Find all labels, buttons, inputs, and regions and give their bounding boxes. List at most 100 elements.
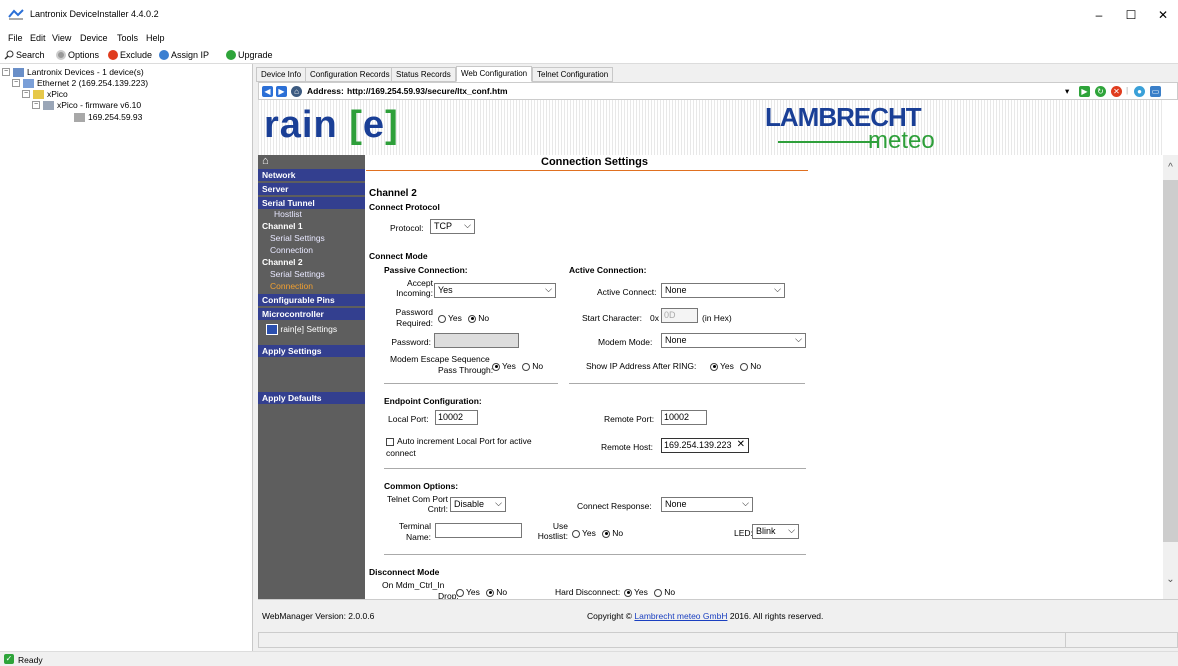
tree-item-xpico[interactable]: − xPico: [22, 89, 68, 99]
chevron-down-icon: ⌵: [545, 284, 552, 294]
window-icon[interactable]: ▭: [1150, 86, 1161, 97]
menu-tools[interactable]: Tools: [117, 33, 138, 43]
mdm-ctrl-yes-radio[interactable]: [456, 588, 464, 597]
show-ip-label: Show IP Address After RING:: [586, 361, 697, 371]
home-icon[interactable]: ⌂: [291, 86, 302, 97]
lambrecht-link[interactable]: Lambrecht meteo GmbH: [634, 611, 727, 621]
chat-icon[interactable]: ●: [1134, 86, 1145, 97]
protocol-label: Protocol:: [390, 223, 424, 233]
address-url[interactable]: http://169.254.59.93/secure/ltx_conf.htm: [347, 86, 508, 96]
go-icon[interactable]: ▶: [1079, 86, 1090, 97]
nav-ch2-serial-settings[interactable]: Serial Settings: [258, 269, 365, 280]
password-required-no-radio[interactable]: [468, 314, 477, 323]
page-title: Connection Settings: [541, 156, 648, 168]
maximize-button[interactable]: ☐: [1116, 4, 1146, 26]
led-select[interactable]: Blink ⌵: [752, 524, 799, 539]
close-window-button[interactable]: ✕: [1148, 4, 1178, 26]
refresh-icon[interactable]: ↻: [1095, 86, 1106, 97]
address-label: Address:: [307, 86, 344, 96]
connect-response-select[interactable]: None ⌵: [661, 497, 753, 512]
accept-incoming-select[interactable]: Yes ⌵: [434, 283, 556, 298]
tree-item-root[interactable]: − Lantronix Devices - 1 device(s): [2, 67, 144, 77]
modem-escape-no-radio[interactable]: [522, 362, 531, 371]
nav-channel-2[interactable]: Channel 2: [258, 257, 365, 268]
hard-disconnect-yes-radio[interactable]: [624, 588, 632, 597]
password-input[interactable]: [434, 333, 519, 348]
menu-view[interactable]: View: [52, 33, 71, 43]
active-connect-select[interactable]: None ⌵: [661, 283, 785, 298]
search-button[interactable]: Search: [4, 50, 45, 60]
tree-label: xPico: [47, 89, 68, 99]
divider: [384, 554, 806, 555]
nav-rain-settings[interactable]: rain[e] Settings: [258, 324, 365, 342]
options-button[interactable]: Options: [56, 50, 99, 60]
assign-ip-button[interactable]: Assign IP: [159, 50, 209, 60]
tree-item-ethernet[interactable]: − Ethernet 2 (169.254.139.223): [12, 78, 148, 88]
nav-serial-tunnel[interactable]: Serial Tunnel: [258, 197, 365, 209]
exclude-icon: [108, 50, 118, 60]
dropdown-icon[interactable]: ▾: [1065, 86, 1069, 97]
remote-host-input[interactable]: 169.254.139.223 ✕: [661, 438, 749, 453]
terminal-name-label-2: Name:: [405, 532, 431, 542]
collapse-icon[interactable]: −: [2, 68, 10, 76]
menu-help[interactable]: Help: [146, 33, 165, 43]
tab-configuration-records[interactable]: Configuration Records: [305, 67, 395, 82]
auto-increment-row: Auto increment Local Port for active: [386, 436, 532, 446]
remote-port-input[interactable]: 10002: [661, 410, 707, 425]
local-port-input[interactable]: 10002: [435, 410, 478, 425]
tree-item-firmware[interactable]: − xPico - firmware v6.10: [32, 100, 141, 110]
tree-item-ip[interactable]: 169.254.59.93: [74, 112, 142, 122]
scroll-down-icon[interactable]: ⌄: [1164, 574, 1177, 585]
upgrade-button[interactable]: Upgrade: [226, 50, 273, 60]
use-hostlist-yes-radio[interactable]: [572, 529, 580, 538]
no-label: No: [478, 313, 490, 323]
show-ip-yes-radio[interactable]: [710, 362, 718, 371]
protocol-select[interactable]: TCP ⌵: [430, 219, 475, 234]
telnet-com-port-select[interactable]: Disable ⌵: [450, 497, 506, 512]
auto-increment-checkbox[interactable]: [386, 437, 394, 446]
nav-configurable-pins[interactable]: Configurable Pins: [258, 294, 365, 306]
nav-apply-settings[interactable]: Apply Settings: [258, 345, 365, 357]
nav-network[interactable]: Network: [258, 169, 365, 181]
show-ip-no-radio[interactable]: [740, 362, 749, 371]
copyright-prefix: Copyright ©: [587, 611, 633, 621]
clear-icon[interactable]: ✕: [737, 439, 745, 450]
minimize-button[interactable]: –: [1084, 4, 1114, 26]
nav-ch1-serial-settings[interactable]: Serial Settings: [258, 233, 365, 244]
tab-web-configuration[interactable]: Web Configuration: [456, 66, 533, 82]
exclude-button[interactable]: Exclude: [108, 50, 152, 60]
use-hostlist-no-radio[interactable]: [602, 529, 611, 538]
forward-icon[interactable]: ▶: [276, 86, 287, 97]
modem-mode-select[interactable]: None ⌵: [661, 333, 806, 348]
menu-device[interactable]: Device: [80, 33, 108, 43]
hard-disconnect-no-radio[interactable]: [654, 588, 663, 597]
nav-server[interactable]: Server: [258, 183, 365, 195]
modem-escape-label-1: Modem Escape Sequence: [390, 354, 490, 364]
stop-icon[interactable]: ✕: [1111, 86, 1122, 97]
tab-device-info[interactable]: Device Info: [256, 67, 307, 82]
menu-edit[interactable]: Edit: [30, 33, 46, 43]
scroll-up-icon[interactable]: ^: [1164, 162, 1177, 173]
password-required-yes-radio[interactable]: [438, 314, 446, 323]
scrollbar-thumb[interactable]: [1163, 180, 1178, 542]
mdm-ctrl-no-radio[interactable]: [486, 588, 495, 597]
start-character-input[interactable]: 0D: [661, 308, 698, 323]
back-icon[interactable]: ◀: [262, 86, 273, 97]
terminal-name-input[interactable]: [435, 523, 522, 538]
collapse-icon[interactable]: −: [22, 90, 30, 98]
collapse-icon[interactable]: −: [12, 79, 20, 87]
tab-telnet-configuration[interactable]: Telnet Configuration: [532, 67, 614, 82]
modem-escape-yes-radio[interactable]: [492, 362, 500, 371]
no-label: No: [750, 361, 762, 371]
nav-channel-1[interactable]: Channel 1: [258, 221, 365, 232]
home-nav-icon[interactable]: ⌂: [258, 155, 365, 169]
nav-ch2-connection[interactable]: Connection: [258, 281, 365, 292]
menu-file[interactable]: File: [8, 33, 23, 43]
rain-settings-icon: [266, 324, 278, 336]
nav-microcontroller[interactable]: Microcontroller: [258, 308, 365, 320]
nav-apply-defaults[interactable]: Apply Defaults: [258, 392, 365, 404]
collapse-icon[interactable]: −: [32, 101, 40, 109]
tab-status-records[interactable]: Status Records: [391, 67, 456, 82]
nav-hostlist[interactable]: Hostlist: [258, 209, 365, 220]
nav-ch1-connection[interactable]: Connection: [258, 245, 365, 256]
